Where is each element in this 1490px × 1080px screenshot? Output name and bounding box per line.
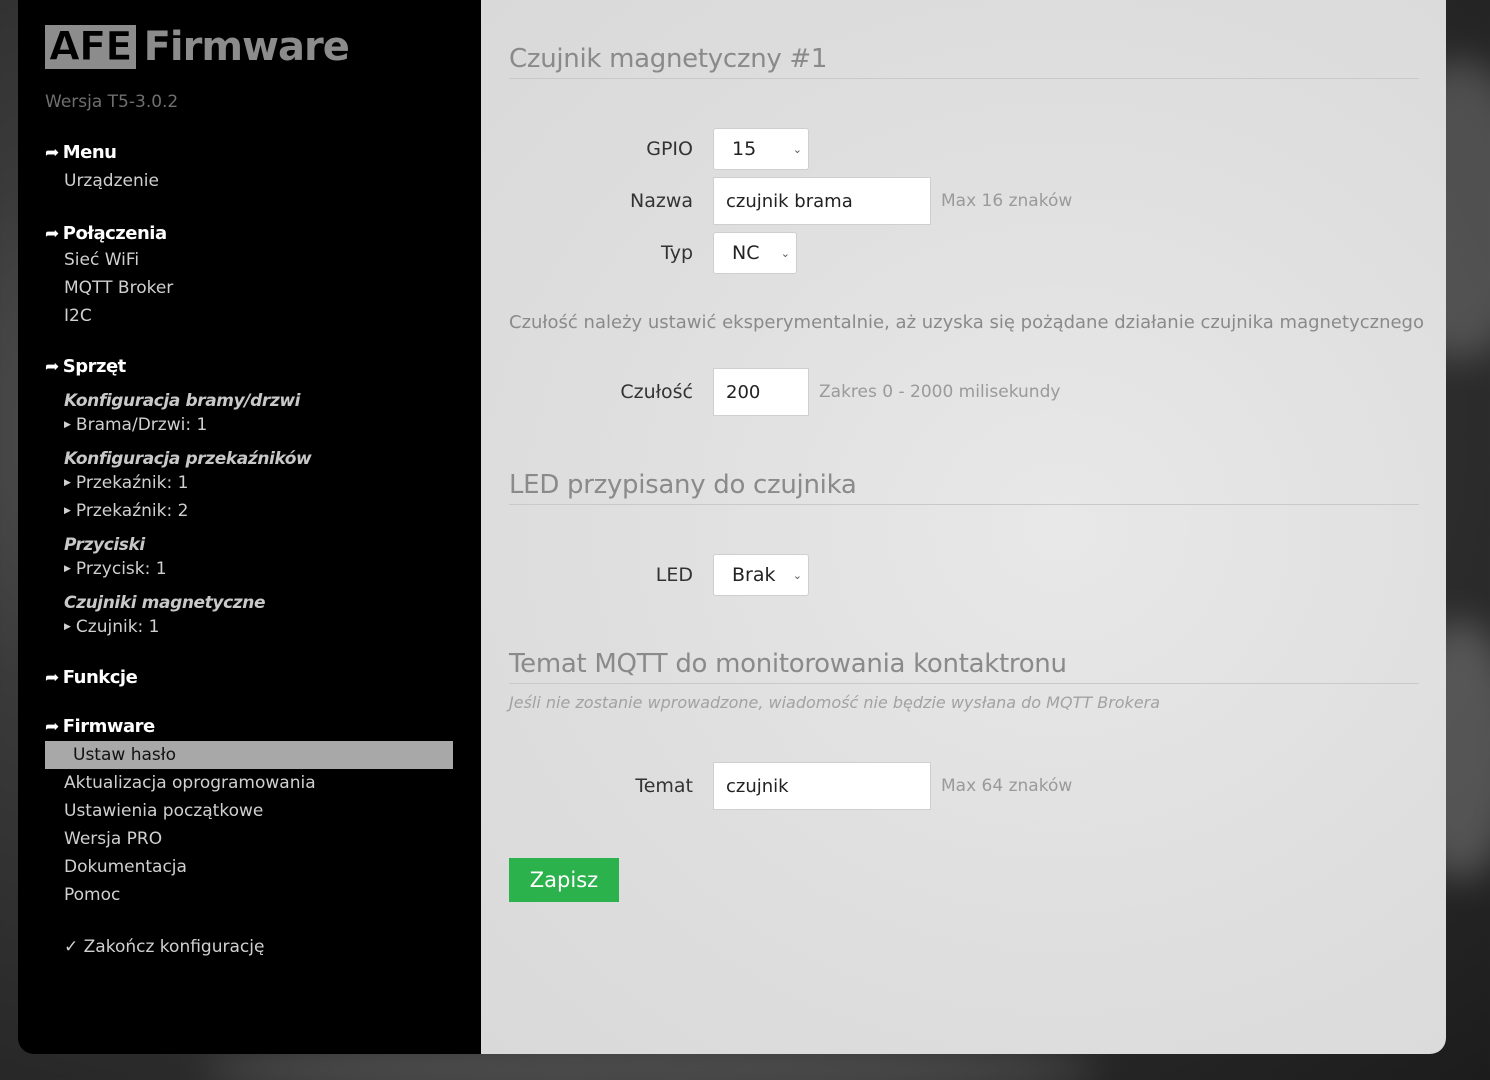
triangle-right-icon: ▶ [64, 564, 71, 574]
arrow-right-icon: ➦ [45, 223, 59, 244]
triangle-right-icon: ▶ [64, 506, 71, 516]
section-title-sensor: Czujnik magnetyczny #1 [509, 44, 1419, 79]
arrow-right-icon: ➦ [45, 716, 59, 737]
firmware-version: Wersja T5-3.0.2 [45, 92, 179, 112]
triangle-right-icon: ▶ [64, 478, 71, 488]
nav-item-device[interactable]: Urządzenie [45, 167, 481, 195]
name-hint: Max 16 znaków [941, 191, 1073, 211]
nav-item-firmware-update[interactable]: Aktualizacja oprogramowania [45, 769, 481, 797]
arrow-right-icon: ➦ [45, 667, 59, 688]
section-title-mqtt: Temat MQTT do monitorowania kontaktronu [509, 649, 1419, 684]
led-label: LED [655, 564, 693, 586]
sidebar: AFE Firmware Wersja T5-3.0.2 ➦ Menu Urzą… [18, 0, 481, 1054]
nav-item-sensor-1[interactable]: ▶ Czujnik: 1 [45, 613, 481, 641]
nav-group-gate: Konfiguracja bramy/drzwi [64, 391, 301, 411]
led-select[interactable]: Brak ⌄ [713, 554, 809, 596]
sensitivity-hint: Zakres 0 - 2000 milisekundy [819, 382, 1061, 402]
logo-text: Firmware [143, 24, 350, 70]
led-value: Brak [732, 564, 776, 586]
logo-mark: AFE [45, 25, 136, 70]
nav-section-functions[interactable]: ➦ Funkcje [45, 667, 481, 688]
finish-configuration-link[interactable]: ✓ Zakończ konfigurację [45, 933, 481, 961]
gpio-select[interactable]: 15 ⌄ [713, 128, 809, 170]
nav-section-connections: ➦ Połączenia [45, 223, 481, 244]
nav-item-i2c[interactable]: I2C [45, 302, 481, 330]
nav-section-title: Menu [62, 142, 117, 163]
topic-label: Temat [635, 775, 693, 797]
nav-item-wifi[interactable]: Sieć WiFi [45, 246, 481, 274]
nav-section-title: Połączenia [62, 223, 167, 244]
nav-item-label: Przekaźnik: 1 [75, 473, 189, 493]
name-label: Nazwa [629, 190, 693, 212]
app-container: AFE Firmware Wersja T5-3.0.2 ➦ Menu Urzą… [18, 0, 1446, 1054]
sensitivity-row: Czułość 200 Zakres 0 - 2000 milisekundy [509, 368, 1060, 416]
type-select[interactable]: NC ⌄ [713, 232, 797, 274]
mqtt-note: Jeśli nie zostanie wprowadzone, wiadomoś… [509, 693, 1161, 712]
sensitivity-input[interactable]: 200 [713, 368, 809, 416]
nav-item-label: Brama/Drzwi: 1 [75, 415, 208, 435]
name-input[interactable]: czujnik brama [713, 177, 931, 225]
chevron-down-icon: ⌄ [780, 246, 790, 260]
main-content: Czujnik magnetyczny #1 GPIO 15 ⌄ Nazwa c… [481, 0, 1446, 1054]
nav-item-help[interactable]: Pomoc [45, 881, 481, 909]
type-value: NC [732, 242, 760, 264]
topic-input[interactable]: czujnik [713, 762, 931, 810]
nav-item-mqtt-broker[interactable]: MQTT Broker [45, 274, 481, 302]
sensitivity-note: Czułość należy ustawić eksperymentalnie,… [509, 312, 1424, 333]
type-row: Typ NC ⌄ [509, 232, 797, 274]
nav-item-gate-1[interactable]: ▶ Brama/Drzwi: 1 [45, 411, 481, 439]
nav-item-label: Przycisk: 1 [75, 559, 167, 579]
nav-group-relays: Konfiguracja przekaźników [64, 449, 312, 469]
nav-section-firmware: ➦ Firmware [45, 716, 481, 737]
nav-item-label: Czujnik: 1 [75, 617, 160, 637]
nav-section-menu: ➦ Menu [45, 142, 481, 163]
led-row: LED Brak ⌄ [509, 554, 809, 596]
arrow-right-icon: ➦ [45, 356, 59, 377]
logo: AFE Firmware [45, 18, 481, 76]
sensitivity-label: Czułość [620, 381, 693, 403]
gpio-label: GPIO [646, 138, 693, 160]
nav-section-title: Sprzęt [62, 356, 127, 377]
triangle-right-icon: ▶ [64, 420, 71, 430]
arrow-right-icon: ➦ [45, 142, 59, 163]
nav-section-title: Funkcje [62, 667, 138, 688]
nav-item-relay-2[interactable]: ▶ Przekaźnik: 2 [45, 497, 481, 525]
topic-row: Temat czujnik Max 64 znaków [509, 762, 1072, 810]
save-button[interactable]: Zapisz [509, 858, 619, 902]
triangle-right-icon: ▶ [64, 622, 71, 632]
chevron-down-icon: ⌄ [792, 568, 802, 582]
section-title-led: LED przypisany do czujnika [509, 470, 1419, 505]
nav-item-factory-reset[interactable]: Ustawienia początkowe [45, 797, 481, 825]
nav-section-hardware: ➦ Sprzęt [45, 356, 481, 377]
nav-item-relay-1[interactable]: ▶ Przekaźnik: 1 [45, 469, 481, 497]
nav-item-set-password[interactable]: Ustaw hasło [45, 741, 453, 769]
nav-section-title: Firmware [62, 716, 155, 737]
type-label: Typ [661, 242, 693, 264]
name-row: Nazwa czujnik brama Max 16 znaków [509, 177, 1072, 225]
chevron-down-icon: ⌄ [792, 142, 802, 156]
nav-item-documentation[interactable]: Dokumentacja [45, 853, 481, 881]
nav-group-contactrons: Czujniki magnetyczne [64, 593, 266, 613]
nav-item-pro-version[interactable]: Wersja PRO [45, 825, 481, 853]
nav-item-label: Przekaźnik: 2 [75, 501, 189, 521]
nav-group-buttons: Przyciski [64, 535, 145, 555]
nav-item-button-1[interactable]: ▶ Przycisk: 1 [45, 555, 481, 583]
gpio-row: GPIO 15 ⌄ [509, 128, 809, 170]
topic-hint: Max 64 znaków [941, 776, 1073, 796]
gpio-value: 15 [732, 138, 757, 160]
